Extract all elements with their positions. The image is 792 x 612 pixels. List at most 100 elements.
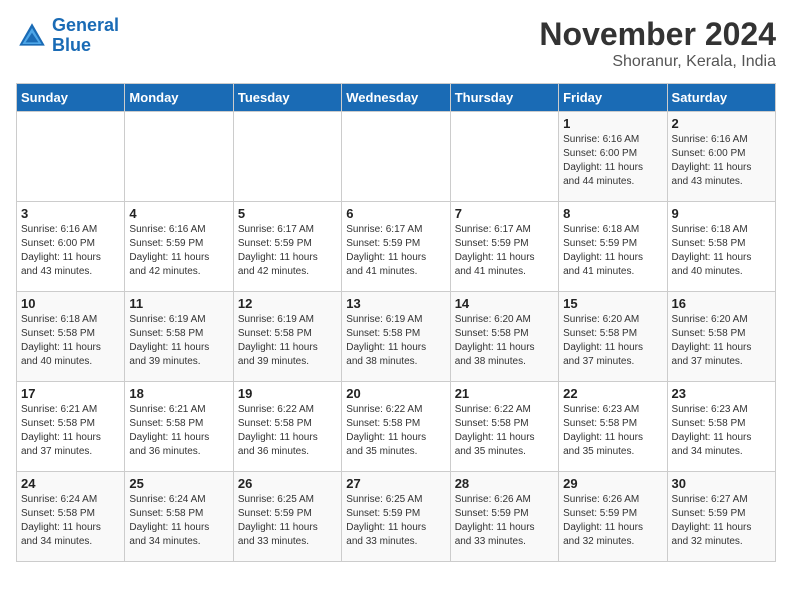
- calendar-cell: 14 Sunrise: 6:20 AM Sunset: 5:58 PM Dayli…: [450, 292, 558, 382]
- day-info: Sunrise: 6:21 AM Sunset: 5:58 PM Dayligh…: [21, 403, 120, 459]
- weekday-header-cell: Saturday: [667, 84, 775, 112]
- month-title: November 2024: [539, 16, 776, 53]
- weekday-header-cell: Tuesday: [233, 84, 341, 112]
- page-header: General Blue November 2024 Shoranur, Ker…: [16, 16, 776, 71]
- calendar-cell: 26Sunrise: 6:25 AM Sunset: 5:59 PM Dayli…: [233, 472, 341, 562]
- day-number: 9: [672, 206, 771, 221]
- day-info: Sunrise: 6:18 AM Sunset: 5:58 PM Dayligh…: [672, 223, 771, 279]
- day-number: 13: [346, 296, 445, 311]
- day-info: Sunrise: 6:27 AM Sunset: 5:59 PM Dayligh…: [672, 493, 771, 549]
- calendar-cell: [450, 112, 558, 202]
- day-info: Sunrise: 6:24 AM Sunset: 5:58 PM Dayligh…: [21, 493, 120, 549]
- calendar-week-row: 24 Sunrise: 6:24 AM Sunset: 5:58 PM Dayli…: [17, 472, 776, 562]
- calendar-cell: 6Sunrise: 6:17 AM Sunset: 5:59 PM Daylig…: [342, 202, 450, 292]
- day-number: 24: [21, 476, 120, 491]
- day-info: Sunrise: 6:16 AM Sunset: 6:00 PM Dayligh…: [563, 133, 662, 189]
- calendar-cell: 18 Sunrise: 6:21 AM Sunset: 5:58 PM Dayli…: [125, 382, 233, 472]
- day-info: Sunrise: 6:19 AM Sunset: 5:58 PM Dayligh…: [346, 313, 445, 369]
- weekday-header-cell: Friday: [559, 84, 667, 112]
- day-info: Sunrise: 6:19 AM Sunset: 5:58 PM Dayligh…: [238, 313, 337, 369]
- day-info: Sunrise: 6:26 AM Sunset: 5:59 PM Dayligh…: [563, 493, 662, 549]
- calendar-cell: 17 Sunrise: 6:21 AM Sunset: 5:58 PM Dayli…: [17, 382, 125, 472]
- day-info: Sunrise: 6:25 AM Sunset: 5:59 PM Dayligh…: [238, 493, 337, 549]
- calendar-cell: [342, 112, 450, 202]
- day-number: 2: [672, 116, 771, 131]
- day-info: Sunrise: 6:24 AM Sunset: 5:58 PM Dayligh…: [129, 493, 228, 549]
- calendar-cell: 10 Sunrise: 6:18 AM Sunset: 5:58 PM Dayli…: [17, 292, 125, 382]
- calendar-table: SundayMondayTuesdayWednesdayThursdayFrid…: [16, 83, 776, 562]
- day-number: 16: [672, 296, 771, 311]
- day-info: Sunrise: 6:17 AM Sunset: 5:59 PM Dayligh…: [455, 223, 554, 279]
- calendar-cell: 23 Sunrise: 6:23 AM Sunset: 5:58 PM Dayli…: [667, 382, 775, 472]
- calendar-cell: 29 Sunrise: 6:26 AM Sunset: 5:59 PM Dayli…: [559, 472, 667, 562]
- day-info: Sunrise: 6:21 AM Sunset: 5:58 PM Dayligh…: [129, 403, 228, 459]
- day-number: 12: [238, 296, 337, 311]
- day-info: Sunrise: 6:17 AM Sunset: 5:59 PM Dayligh…: [238, 223, 337, 279]
- calendar-cell: [17, 112, 125, 202]
- calendar-week-row: 17 Sunrise: 6:21 AM Sunset: 5:58 PM Dayli…: [17, 382, 776, 472]
- day-info: Sunrise: 6:19 AM Sunset: 5:58 PM Dayligh…: [129, 313, 228, 369]
- day-number: 15: [563, 296, 662, 311]
- weekday-header-cell: Thursday: [450, 84, 558, 112]
- calendar-cell: 11 Sunrise: 6:19 AM Sunset: 5:58 PM Dayli…: [125, 292, 233, 382]
- weekday-header-cell: Wednesday: [342, 84, 450, 112]
- day-number: 7: [455, 206, 554, 221]
- calendar-cell: 7 Sunrise: 6:17 AM Sunset: 5:59 PM Daylig…: [450, 202, 558, 292]
- day-number: 25: [129, 476, 228, 491]
- calendar-cell: [125, 112, 233, 202]
- calendar-cell: 5 Sunrise: 6:17 AM Sunset: 5:59 PM Daylig…: [233, 202, 341, 292]
- day-info: Sunrise: 6:16 AM Sunset: 5:59 PM Dayligh…: [129, 223, 228, 279]
- day-info: Sunrise: 6:20 AM Sunset: 5:58 PM Dayligh…: [455, 313, 554, 369]
- calendar-body: 1Sunrise: 6:16 AM Sunset: 6:00 PM Daylig…: [17, 112, 776, 562]
- logo-text: General Blue: [52, 16, 119, 56]
- day-info: Sunrise: 6:22 AM Sunset: 5:58 PM Dayligh…: [455, 403, 554, 459]
- day-number: 20: [346, 386, 445, 401]
- day-number: 10: [21, 296, 120, 311]
- day-number: 19: [238, 386, 337, 401]
- day-number: 29: [563, 476, 662, 491]
- day-info: Sunrise: 6:20 AM Sunset: 5:58 PM Dayligh…: [563, 313, 662, 369]
- calendar-cell: 2Sunrise: 6:16 AM Sunset: 6:00 PM Daylig…: [667, 112, 775, 202]
- day-number: 22: [563, 386, 662, 401]
- day-number: 30: [672, 476, 771, 491]
- weekday-header-cell: Sunday: [17, 84, 125, 112]
- day-number: 23: [672, 386, 771, 401]
- day-info: Sunrise: 6:16 AM Sunset: 6:00 PM Dayligh…: [21, 223, 120, 279]
- logo-line2: Blue: [52, 35, 91, 55]
- calendar-cell: 20 Sunrise: 6:22 AM Sunset: 5:58 PM Dayli…: [342, 382, 450, 472]
- calendar-cell: 28Sunrise: 6:26 AM Sunset: 5:59 PM Dayli…: [450, 472, 558, 562]
- day-number: 18: [129, 386, 228, 401]
- calendar-cell: 13 Sunrise: 6:19 AM Sunset: 5:58 PM Dayli…: [342, 292, 450, 382]
- calendar-cell: 22 Sunrise: 6:23 AM Sunset: 5:58 PM Dayli…: [559, 382, 667, 472]
- day-info: Sunrise: 6:18 AM Sunset: 5:58 PM Dayligh…: [21, 313, 120, 369]
- day-number: 8: [563, 206, 662, 221]
- logo: General Blue: [16, 16, 119, 56]
- calendar-cell: 1Sunrise: 6:16 AM Sunset: 6:00 PM Daylig…: [559, 112, 667, 202]
- calendar-cell: [233, 112, 341, 202]
- day-info: Sunrise: 6:23 AM Sunset: 5:58 PM Dayligh…: [563, 403, 662, 459]
- day-number: 14: [455, 296, 554, 311]
- calendar-week-row: 10 Sunrise: 6:18 AM Sunset: 5:58 PM Dayli…: [17, 292, 776, 382]
- day-number: 11: [129, 296, 228, 311]
- calendar-cell: 8 Sunrise: 6:18 AM Sunset: 5:59 PM Daylig…: [559, 202, 667, 292]
- day-info: Sunrise: 6:22 AM Sunset: 5:58 PM Dayligh…: [238, 403, 337, 459]
- calendar-cell: 30 Sunrise: 6:27 AM Sunset: 5:59 PM Dayli…: [667, 472, 775, 562]
- day-number: 17: [21, 386, 120, 401]
- calendar-cell: 21Sunrise: 6:22 AM Sunset: 5:58 PM Dayli…: [450, 382, 558, 472]
- weekday-header-row: SundayMondayTuesdayWednesdayThursdayFrid…: [17, 84, 776, 112]
- calendar-cell: 4 Sunrise: 6:16 AM Sunset: 5:59 PM Daylig…: [125, 202, 233, 292]
- calendar-cell: 9 Sunrise: 6:18 AM Sunset: 5:58 PM Daylig…: [667, 202, 775, 292]
- day-info: Sunrise: 6:17 AM Sunset: 5:59 PM Dayligh…: [346, 223, 445, 279]
- day-info: Sunrise: 6:22 AM Sunset: 5:58 PM Dayligh…: [346, 403, 445, 459]
- calendar-cell: 12 Sunrise: 6:19 AM Sunset: 5:58 PM Dayli…: [233, 292, 341, 382]
- location: Shoranur, Kerala, India: [539, 53, 776, 71]
- day-number: 4: [129, 206, 228, 221]
- day-info: Sunrise: 6:18 AM Sunset: 5:59 PM Dayligh…: [563, 223, 662, 279]
- calendar-week-row: 3Sunrise: 6:16 AM Sunset: 6:00 PM Daylig…: [17, 202, 776, 292]
- day-info: Sunrise: 6:23 AM Sunset: 5:58 PM Dayligh…: [672, 403, 771, 459]
- calendar-cell: 25 Sunrise: 6:24 AM Sunset: 5:58 PM Dayli…: [125, 472, 233, 562]
- calendar-cell: 27Sunrise: 6:25 AM Sunset: 5:59 PM Dayli…: [342, 472, 450, 562]
- day-number: 5: [238, 206, 337, 221]
- day-info: Sunrise: 6:20 AM Sunset: 5:58 PM Dayligh…: [672, 313, 771, 369]
- calendar-cell: 3Sunrise: 6:16 AM Sunset: 6:00 PM Daylig…: [17, 202, 125, 292]
